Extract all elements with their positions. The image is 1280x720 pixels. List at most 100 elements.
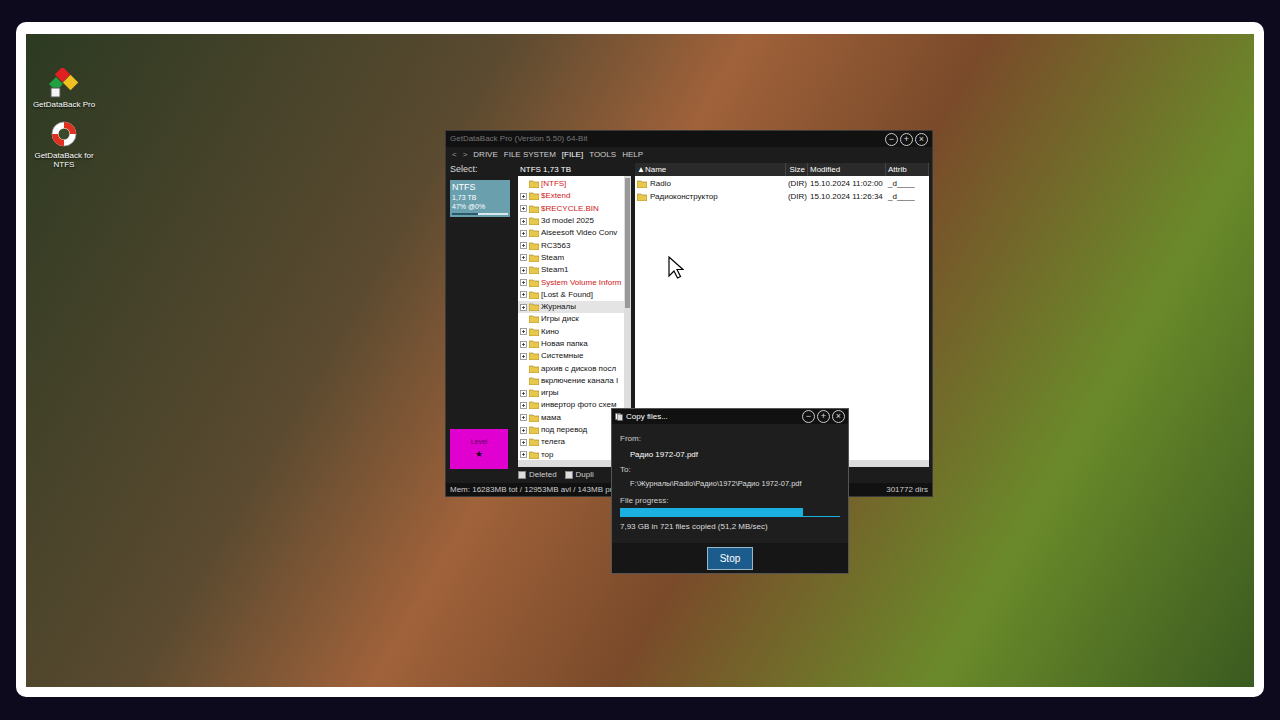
tree-item[interactable]: архив с дисков посл bbox=[518, 362, 624, 374]
expander-icon[interactable] bbox=[520, 390, 527, 397]
window-button[interactable]: + bbox=[817, 410, 830, 423]
menu-item[interactable]: TOOLS bbox=[589, 149, 616, 161]
expander-icon[interactable] bbox=[520, 230, 527, 237]
stop-button[interactable]: Stop bbox=[707, 547, 753, 570]
tree-item[interactable]: Системные bbox=[518, 350, 624, 362]
tree-item[interactable]: вкрлючение канала I bbox=[518, 375, 624, 387]
window-button[interactable]: × bbox=[832, 410, 845, 423]
expander-icon[interactable] bbox=[520, 353, 527, 360]
menu-item[interactable]: DRIVE bbox=[473, 149, 497, 161]
filter-checkbox[interactable]: Deleted bbox=[518, 469, 557, 481]
tree-item[interactable]: $Extend bbox=[518, 190, 624, 202]
tree-item[interactable]: игры bbox=[518, 387, 624, 399]
nav-button[interactable]: > bbox=[463, 149, 468, 161]
expander-icon[interactable] bbox=[520, 242, 527, 249]
folder-icon bbox=[529, 217, 539, 225]
expander-icon[interactable] bbox=[520, 205, 527, 212]
select-panel: Select:NTFS1,73 TB47% @0%Level★ bbox=[446, 163, 518, 483]
tree-item[interactable]: Steam1 bbox=[518, 264, 624, 276]
window-button[interactable]: + bbox=[900, 133, 913, 146]
expander-icon[interactable] bbox=[520, 304, 527, 311]
expander-icon[interactable] bbox=[520, 451, 527, 458]
column-header[interactable]: Modified bbox=[808, 163, 886, 176]
dialog-window-buttons: −+× bbox=[802, 410, 845, 423]
folder-icon bbox=[529, 438, 539, 446]
expander-icon[interactable] bbox=[520, 402, 527, 409]
expander-icon[interactable] bbox=[520, 439, 527, 446]
mouse-cursor-icon bbox=[668, 256, 684, 280]
folder-icon bbox=[529, 389, 539, 397]
life-ring-icon bbox=[49, 119, 79, 149]
level-box: Level★ bbox=[450, 429, 508, 469]
menu-item[interactable]: [FILE] bbox=[562, 149, 583, 161]
expander-icon[interactable] bbox=[520, 254, 527, 261]
expander-icon[interactable] bbox=[520, 328, 527, 335]
tree-item[interactable]: Игры диск bbox=[518, 313, 624, 325]
tree-item[interactable]: под перевод bbox=[518, 424, 624, 436]
folder-icon bbox=[529, 291, 539, 299]
tree-item[interactable]: RC3563 bbox=[518, 239, 624, 251]
tree-item[interactable]: тор bbox=[518, 449, 624, 460]
desktop-icon[interactable]: GetDataBack for NTFS bbox=[26, 119, 102, 169]
folder-icon bbox=[637, 180, 647, 188]
tree-item[interactable]: System Volume Inform bbox=[518, 276, 624, 288]
column-header[interactable]: Attrib bbox=[886, 163, 929, 176]
tree-item[interactable]: инвертор фото схем bbox=[518, 399, 624, 411]
folder-icon bbox=[529, 401, 539, 409]
expander-icon[interactable] bbox=[520, 267, 527, 274]
tree-item[interactable]: [Lost & Found] bbox=[518, 289, 624, 301]
window-buttons: −+× bbox=[885, 133, 928, 146]
expander-icon[interactable] bbox=[520, 193, 527, 200]
folder-icon bbox=[529, 340, 539, 348]
tree-item[interactable]: $RECYCLE.BIN bbox=[518, 203, 624, 215]
expander-icon[interactable] bbox=[520, 427, 527, 434]
file-row[interactable]: Радиоконструктор(DIR)15.10.2024 11:26:34… bbox=[635, 191, 929, 204]
progress-bar bbox=[620, 508, 840, 517]
expander-icon[interactable] bbox=[520, 279, 527, 286]
getdataback-pro-icon bbox=[49, 68, 79, 98]
desktop-icon[interactable]: GetDataBack Pro bbox=[26, 68, 102, 109]
tree-item[interactable]: 3d model 2025 bbox=[518, 215, 624, 227]
nav-button[interactable]: < bbox=[452, 149, 457, 161]
folder-icon bbox=[529, 205, 539, 213]
list-header: ▲NameSizeModifiedAttrib bbox=[635, 163, 929, 176]
window-button[interactable]: × bbox=[915, 133, 928, 146]
folder-icon bbox=[529, 229, 539, 237]
tree-item[interactable]: телега bbox=[518, 436, 624, 448]
window-button[interactable]: − bbox=[885, 133, 898, 146]
tree-item[interactable]: Aiseesoft Video Conv bbox=[518, 227, 624, 239]
from-path: Радио 1972-07.pdf bbox=[620, 449, 840, 460]
file-row[interactable]: Radio(DIR)15.10.2024 11:02:00_d____ bbox=[635, 178, 929, 191]
expander-icon[interactable] bbox=[520, 414, 527, 421]
tree-item[interactable]: Новая папка bbox=[518, 338, 624, 350]
expander-icon[interactable] bbox=[520, 341, 527, 348]
menu-item[interactable]: HELP bbox=[622, 149, 643, 161]
dialog-buttons: Stop bbox=[612, 543, 848, 573]
folder-icon bbox=[529, 414, 539, 422]
menu-bar: < > DRIVE FILE SYSTEM [FILE] TOOLS HELP bbox=[446, 147, 932, 163]
tree-item[interactable]: Кино bbox=[518, 326, 624, 338]
tree-item[interactable]: [NTFS] bbox=[518, 178, 624, 190]
filter-checkbox[interactable]: Dupli bbox=[565, 469, 594, 481]
folder-icon bbox=[529, 426, 539, 434]
expander-icon[interactable] bbox=[520, 291, 527, 298]
folder-icon bbox=[529, 254, 539, 262]
column-header[interactable]: Size bbox=[786, 163, 808, 176]
drive-tile[interactable]: NTFS1,73 TB47% @0% bbox=[450, 180, 510, 217]
tree-item[interactable]: мама bbox=[518, 412, 624, 424]
desktop: GetDataBack ProGetDataBack for NTFSGetDa… bbox=[26, 34, 1254, 687]
folder-icon bbox=[637, 193, 647, 201]
expander-icon[interactable] bbox=[520, 218, 527, 225]
column-header[interactable]: ▲Name bbox=[635, 163, 786, 176]
tree-item[interactable]: Steam bbox=[518, 252, 624, 264]
menu-item[interactable]: FILE SYSTEM bbox=[504, 149, 556, 161]
folder-icon bbox=[529, 242, 539, 250]
to-path: F:\Журналы\Radio\Радио\1972\Радио 1972-0… bbox=[620, 478, 840, 489]
window-button[interactable]: − bbox=[802, 410, 815, 423]
tree-item[interactable]: Журналы bbox=[518, 301, 624, 313]
copy-icon bbox=[615, 413, 623, 421]
folder-icon bbox=[529, 266, 539, 274]
frame: GetDataBack ProGetDataBack for NTFSGetDa… bbox=[16, 22, 1264, 697]
